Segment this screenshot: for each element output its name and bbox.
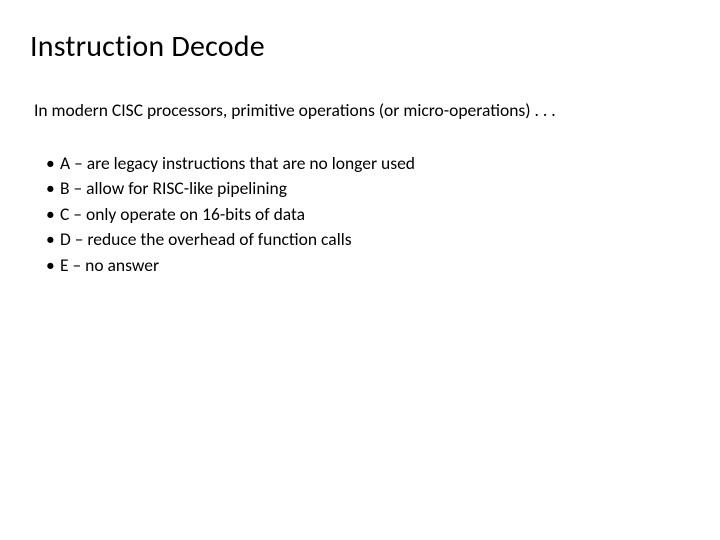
option-c: C – only operate on 16-bits of data <box>46 202 690 227</box>
question-text: In modern CISC processors, primitive ope… <box>34 99 690 121</box>
option-e: E – no answer <box>46 253 690 278</box>
slide-container: Instruction Decode In modern CISC proces… <box>0 0 720 540</box>
option-b: B – allow for RISC-like pipelining <box>46 176 690 201</box>
option-a: A – are legacy instructions that are no … <box>46 151 690 176</box>
options-list: A – are legacy instructions that are no … <box>46 151 690 278</box>
option-d: D – reduce the overhead of function call… <box>46 227 690 252</box>
slide-title: Instruction Decode <box>30 28 690 65</box>
